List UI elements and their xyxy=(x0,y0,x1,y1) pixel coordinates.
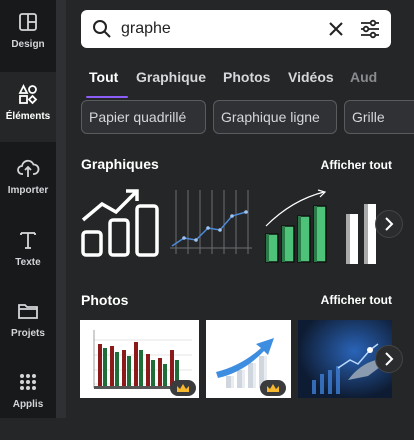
suggestion-chips: Papier quadrillé Graphique ligne Grille xyxy=(81,100,414,136)
rail-label: Applis xyxy=(12,399,44,410)
rail-item-text[interactable]: Texte xyxy=(0,228,56,298)
chevron-right-icon xyxy=(385,217,394,231)
cloud-upload-icon xyxy=(17,159,40,177)
photo-tile-arrow-bars[interactable] xyxy=(206,320,291,398)
tab-graphique[interactable]: Graphique xyxy=(136,69,206,85)
graphics-see-all-link[interactable]: Afficher tout xyxy=(321,158,392,172)
chip-label: Graphique ligne xyxy=(221,109,320,125)
rail-item-elements[interactable]: Éléments xyxy=(0,72,56,142)
tab-photos[interactable]: Photos xyxy=(223,69,270,85)
panel-divider xyxy=(56,0,66,418)
chip-grille[interactable]: Grille xyxy=(344,100,414,134)
photos-section-title: Photos xyxy=(81,292,129,308)
rail-item-upload[interactable]: Importer xyxy=(0,156,56,226)
graphics-next-button[interactable] xyxy=(375,210,403,238)
rail-label: Éléments xyxy=(5,111,51,122)
photos-see-all-link[interactable]: Afficher tout xyxy=(321,293,392,307)
folder-icon xyxy=(18,304,38,319)
green-bar-graphic xyxy=(265,189,327,263)
tab-audio[interactable]: Aud xyxy=(350,69,377,85)
chevron-right-icon xyxy=(385,352,394,366)
graphics-section-title: Graphiques xyxy=(81,156,159,172)
rail-item-apps[interactable]: Applis xyxy=(0,370,56,440)
graphic-tile-growth-bars[interactable] xyxy=(80,186,162,260)
side-rail: Design Éléments Importer Texte Projets A… xyxy=(0,0,56,418)
apps-grid-icon xyxy=(20,374,36,390)
rail-item-design[interactable]: Design xyxy=(0,10,56,80)
rail-label: Importer xyxy=(7,185,49,196)
elements-panel: graphe Tout Graphique Photos Vidéos Aud … xyxy=(66,0,414,418)
search-input[interactable]: graphe xyxy=(121,20,171,38)
tab-tout[interactable]: Tout xyxy=(89,69,118,85)
text-icon xyxy=(20,232,36,249)
chip-label: Grille xyxy=(352,109,385,125)
crown-icon xyxy=(267,384,279,392)
active-tab-indicator xyxy=(86,96,128,98)
rail-label: Texte xyxy=(15,257,41,268)
chip-label: Papier quadrillé xyxy=(89,109,187,125)
crown-icon xyxy=(177,384,189,392)
shapes-icon xyxy=(18,83,38,105)
graphic-tile-green-bars[interactable] xyxy=(262,186,334,266)
rail-item-projects[interactable]: Projets xyxy=(0,299,56,369)
chip-papier-quadrille[interactable]: Papier quadrillé xyxy=(81,100,206,134)
bar-growth-graphic xyxy=(81,189,159,257)
rail-label: Projets xyxy=(11,328,45,339)
photo-tile-bar-chart[interactable] xyxy=(80,320,199,398)
layout-icon xyxy=(19,13,37,31)
premium-badge xyxy=(170,380,196,396)
rail-label: Design xyxy=(11,39,45,50)
search-icon xyxy=(93,20,111,38)
graphic-tile-line-grid[interactable] xyxy=(168,186,252,260)
filter-icon[interactable] xyxy=(359,18,381,40)
chip-graphique-ligne[interactable]: Graphique ligne xyxy=(213,100,337,134)
filter-tabs: Tout Graphique Photos Vidéos Aud xyxy=(81,66,414,100)
premium-badge xyxy=(260,380,286,396)
tab-videos[interactable]: Vidéos xyxy=(288,69,334,85)
photos-next-button[interactable] xyxy=(375,345,403,373)
line-chart-graphic xyxy=(170,190,252,254)
search-box[interactable]: graphe xyxy=(81,10,391,48)
clear-icon[interactable] xyxy=(327,20,345,38)
